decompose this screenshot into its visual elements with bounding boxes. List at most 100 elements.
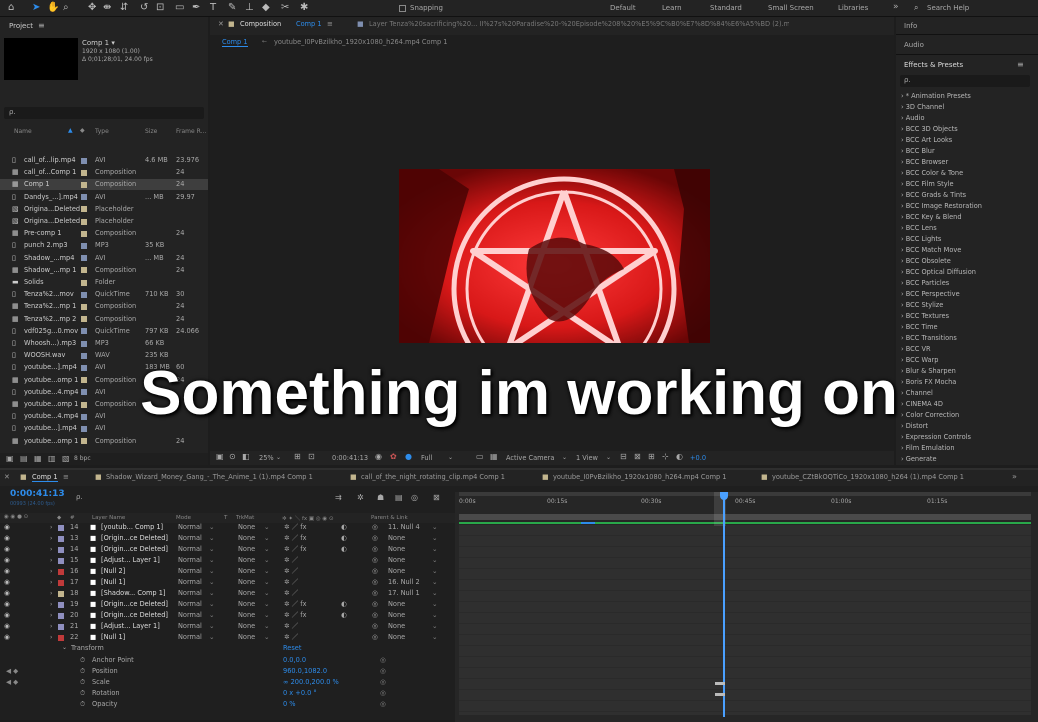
effect-category[interactable]: › BCC Perspective: [901, 290, 960, 298]
zoom-tool-icon[interactable]: ⌕: [63, 2, 69, 13]
effect-category[interactable]: › BCC Lights: [901, 235, 941, 243]
label-swatch[interactable]: [58, 590, 64, 597]
effect-category[interactable]: › BCC Stylize: [901, 301, 943, 309]
current-time-display[interactable]: 0:00:41:13: [332, 454, 368, 462]
label-swatch[interactable]: [81, 157, 87, 164]
keyframe-marker[interactable]: [715, 682, 725, 685]
effect-category[interactable]: › BCC Particles: [901, 279, 949, 287]
layer-name[interactable]: [Origin...ce Deleted]: [101, 599, 168, 610]
panel-menu-icon[interactable]: ≡: [327, 20, 333, 28]
eraser-tool-icon[interactable]: ◆: [262, 2, 270, 13]
effects-search-input[interactable]: ρ.: [900, 75, 1030, 87]
camera-tool-icon[interactable]: ⊡: [156, 2, 164, 13]
effect-category[interactable]: › BCC Obsolete: [901, 257, 951, 265]
switches-icon[interactable]: ✲ ／: [284, 588, 298, 599]
parent-select[interactable]: None: [388, 610, 405, 621]
parent-select[interactable]: None: [388, 599, 405, 610]
layer-name[interactable]: [Null 2]: [101, 566, 125, 577]
workspace-libraries[interactable]: Libraries: [838, 4, 868, 12]
transform-label[interactable]: Transform: [71, 644, 104, 652]
panel-menu-icon[interactable]: ≡: [1017, 60, 1024, 69]
workspace-small-screen[interactable]: Small Screen: [768, 4, 814, 12]
pickwhip-icon[interactable]: ◎: [380, 688, 386, 699]
chevron-down-icon[interactable]: ⌄: [432, 599, 438, 610]
pickwhip-icon[interactable]: ◎: [380, 666, 386, 677]
project-item[interactable]: ▦ Shadow_...mp 1 Composition 24: [0, 265, 208, 276]
expand-icon[interactable]: ›: [50, 599, 52, 610]
expand-icon[interactable]: ›: [50, 610, 52, 621]
snapping-checkbox[interactable]: [399, 5, 406, 12]
search-icon[interactable]: ⌕: [914, 3, 918, 13]
comp-mini-flowchart-icon[interactable]: ⇉: [335, 493, 342, 502]
view-layout-select[interactable]: 1 View: [576, 454, 598, 462]
effect-category[interactable]: › BCC Transitions: [901, 334, 957, 342]
effect-category[interactable]: › BCC Textures: [901, 312, 949, 320]
parent-select[interactable]: None: [388, 533, 405, 544]
chevron-down-icon[interactable]: ⌄: [264, 588, 270, 599]
label-swatch[interactable]: [81, 267, 87, 274]
chevron-down-icon[interactable]: ⌄: [432, 544, 438, 555]
mask-icon[interactable]: ⊡: [308, 452, 315, 461]
region-icon[interactable]: ⊙: [229, 452, 236, 461]
project-item[interactable]: ▯ Dandys_...].mp4 AVI ... MB 29.97: [0, 192, 208, 203]
layer-name[interactable]: [youtub... Comp 1]: [101, 522, 163, 533]
always-preview-icon[interactable]: ▣: [216, 452, 224, 461]
stopwatch-icon[interactable]: ⏱: [80, 666, 85, 677]
label-swatch[interactable]: [81, 255, 87, 262]
parent-select[interactable]: 17. Null 1: [388, 588, 420, 599]
visibility-eye-icon[interactable]: ◉: [4, 610, 10, 621]
exposure-icon[interactable]: ◐: [676, 452, 683, 461]
effect-category[interactable]: › BCC Browser: [901, 158, 948, 166]
label-swatch[interactable]: [58, 612, 64, 619]
label-swatch[interactable]: [58, 568, 64, 575]
label-swatch[interactable]: [81, 242, 87, 249]
property-value[interactable]: ∞ 200.0,200.0 %: [283, 677, 339, 688]
workspace-standard[interactable]: Standard: [710, 4, 742, 12]
chevron-down-icon[interactable]: ⌄: [209, 621, 215, 632]
panel-menu-icon[interactable]: ≡: [38, 21, 45, 30]
work-area-bar[interactable]: [459, 514, 1031, 520]
label-swatch[interactable]: [58, 579, 64, 586]
col-name[interactable]: Name: [14, 128, 32, 135]
label-swatch[interactable]: [81, 316, 87, 323]
chevron-down-icon[interactable]: ⌄: [209, 533, 215, 544]
chevron-down-icon[interactable]: ⌄: [432, 566, 438, 577]
home-icon[interactable]: ⌂: [8, 2, 14, 13]
transform-property[interactable]: ⏱ Rotation 0 x +0.0 ° ◎: [0, 688, 455, 699]
blend-mode-select[interactable]: Normal: [178, 588, 202, 599]
switches-icon[interactable]: ✲ ／ fx: [284, 544, 307, 555]
chevron-down-icon[interactable]: ⌄: [606, 454, 611, 461]
blend-mode-select[interactable]: Normal: [178, 621, 202, 632]
transform-property[interactable]: ◀ ◆ ⏱ Scale ∞ 200.0,200.0 % ◎: [0, 677, 455, 688]
pickwhip-icon[interactable]: ◎: [372, 555, 378, 566]
chevron-down-icon[interactable]: ⌄: [264, 577, 270, 588]
settings-icon[interactable]: ▥: [48, 454, 56, 463]
visibility-eye-icon[interactable]: ◉: [4, 621, 10, 632]
layer-tab[interactable]: Layer Tenza%20sacrificing%20... II%27s%2…: [369, 20, 789, 28]
pickwhip-icon[interactable]: ◎: [372, 533, 378, 544]
close-icon[interactable]: ✕: [4, 473, 10, 481]
label-swatch[interactable]: [58, 524, 64, 531]
property-value[interactable]: 0.0,0.0: [283, 655, 306, 666]
more-tabs-button[interactable]: »: [1012, 472, 1017, 481]
chevron-down-icon[interactable]: ⌄: [432, 533, 438, 544]
trkmat-select[interactable]: None: [238, 621, 255, 632]
new-comp-icon[interactable]: ▦: [34, 454, 42, 463]
property-value[interactable]: 0 x +0.0 °: [283, 688, 317, 699]
switches-icon[interactable]: ✲ ／: [284, 621, 298, 632]
col-type[interactable]: Type: [95, 128, 109, 135]
project-item[interactable]: ▦ Comp 1 Composition 24: [0, 179, 208, 191]
chevron-down-icon[interactable]: ⌄: [209, 610, 215, 621]
chevron-down-icon[interactable]: ⌄: [432, 555, 438, 566]
layer-tracks[interactable]: [459, 525, 1031, 715]
pickwhip-icon[interactable]: ◎: [372, 588, 378, 599]
layer-row[interactable]: ◉ › 19 ■ [Origin...ce Deleted] Normal ⌄ None ⌄ ✲ …: [0, 599, 455, 610]
effect-category[interactable]: › BCC Match Move: [901, 246, 961, 254]
pickwhip-icon[interactable]: ◎: [372, 577, 378, 588]
layer-lock-icon[interactable]: ■: [357, 20, 364, 28]
project-tab[interactable]: Project: [9, 22, 33, 30]
chevron-down-icon[interactable]: ⌄: [209, 522, 215, 533]
expand-icon[interactable]: ›: [50, 566, 52, 577]
roto-tool-icon[interactable]: ✂: [281, 2, 289, 13]
close-icon[interactable]: ✕: [218, 20, 224, 28]
